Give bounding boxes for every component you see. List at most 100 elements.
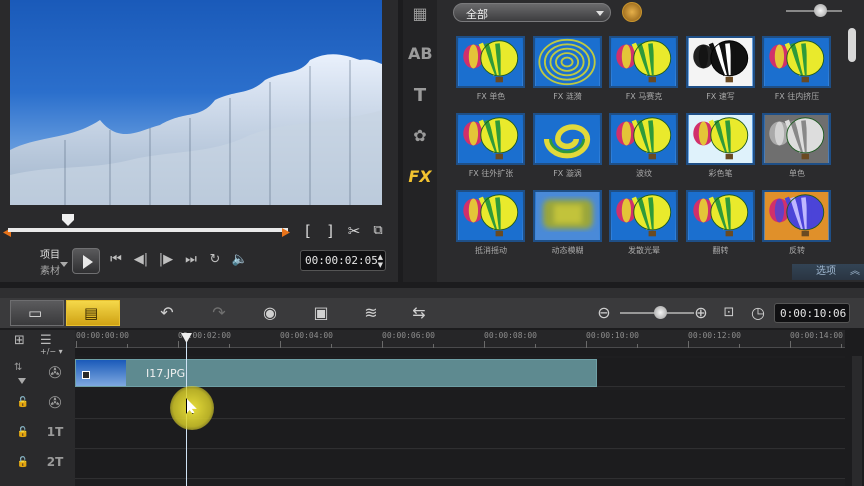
- project-duration-field: 0:00:10:06: [774, 303, 850, 323]
- ruler-tick: [586, 341, 587, 348]
- ruler-tick-label: 00:00:04:00: [280, 331, 333, 340]
- effect-thumbnail[interactable]: [456, 190, 525, 242]
- ruler-tick-label: 00:00:12:00: [688, 331, 741, 340]
- graphic-tab-icon[interactable]: ✿: [408, 125, 432, 147]
- mode-clip-label[interactable]: 素材: [40, 262, 60, 277]
- repeat-icon[interactable]: ↻: [206, 252, 224, 267]
- copy-icon[interactable]: ⧉: [368, 221, 388, 241]
- audio-wave-icon[interactable]: ≋: [360, 302, 382, 324]
- clip-thumbnail: [76, 360, 126, 386]
- title-track-1-icon[interactable]: 1T: [40, 419, 70, 445]
- effect-thumbnail[interactable]: [609, 36, 678, 88]
- effect-label: FX 速写: [706, 92, 735, 101]
- storyboard-view-button[interactable]: ▭: [10, 300, 64, 326]
- play-button[interactable]: [72, 248, 100, 274]
- list-icon[interactable]: ☰: [40, 333, 52, 348]
- clip-name: I17.JPG: [146, 367, 186, 380]
- ruler-tick: [382, 341, 383, 348]
- lock-icon[interactable]: 🔓: [16, 427, 30, 441]
- mark-out-button[interactable]: ]: [320, 221, 340, 241]
- previous-frame-icon[interactable]: ◀|: [132, 252, 150, 267]
- zoom-out-icon[interactable]: ⊖: [593, 302, 615, 324]
- lock-icon[interactable]: 🔓: [16, 457, 30, 471]
- effect-thumbnail[interactable]: [762, 36, 831, 88]
- ruler-tick: [688, 341, 689, 348]
- track-manager-icon[interactable]: ⊞: [14, 333, 25, 348]
- title-track-2-icon[interactable]: 2T: [40, 449, 70, 475]
- ruler-tick-label: 00:00:08:00: [484, 331, 537, 340]
- mode-project-label[interactable]: 项目: [40, 246, 60, 261]
- record-capture-icon[interactable]: ◉: [259, 302, 281, 324]
- effect-label: 动态模糊: [551, 246, 584, 255]
- effect-thumbnail[interactable]: [762, 190, 831, 242]
- panel-divider[interactable]: [0, 288, 864, 298]
- effect-thumbnail[interactable]: [456, 113, 525, 165]
- all-tracks-lock-icon[interactable]: ⇅: [14, 362, 22, 373]
- effect-thumbnail[interactable]: [685, 190, 755, 242]
- effect-thumbnail[interactable]: [532, 113, 602, 165]
- effect-thumbnail[interactable]: [456, 36, 525, 88]
- fit-project-icon[interactable]: ⊡: [718, 302, 740, 324]
- effect-label: 发散光晕: [628, 246, 660, 255]
- mixer-icon[interactable]: ▣: [310, 302, 332, 324]
- effect-thumbnail[interactable]: [685, 36, 755, 88]
- ruler-tick: [331, 344, 332, 348]
- effect-thumbnail[interactable]: [609, 113, 678, 165]
- timecode-value: 00:00:02:05: [305, 254, 378, 267]
- ruler-tick: [229, 344, 230, 348]
- preview-screen[interactable]: [10, 0, 382, 205]
- thumbnail-size-knob[interactable]: [814, 4, 827, 17]
- effect-thumbnail[interactable]: [532, 190, 602, 242]
- scrubber-bar[interactable]: [8, 228, 288, 232]
- redo-icon[interactable]: ↷: [208, 302, 230, 324]
- mode-dropdown-icon[interactable]: [60, 262, 68, 267]
- effect-label: FX 涟漪: [553, 92, 582, 101]
- effect-label: 单色: [789, 169, 805, 178]
- ruler-tick: [637, 344, 638, 348]
- timeline-view-button[interactable]: ▤: [66, 300, 120, 326]
- add-remove-track-button[interactable]: +/− ▾: [40, 347, 63, 356]
- next-frame-icon[interactable]: |▶: [157, 252, 175, 267]
- ruler-tick-label: 00:00:00:00: [76, 331, 129, 340]
- transition-tab-icon[interactable]: AB: [408, 43, 433, 65]
- zoom-in-icon[interactable]: ⊕: [690, 302, 712, 324]
- video-track-icon[interactable]: ✇: [40, 360, 70, 386]
- effect-label: FX 马赛克: [625, 92, 663, 101]
- category-dropdown[interactable]: 全部: [453, 3, 611, 22]
- auto-music-icon[interactable]: ⇆: [408, 302, 430, 324]
- filter-tab-icon[interactable]: FX: [408, 166, 432, 188]
- media-tab-icon[interactable]: ▦: [408, 3, 432, 25]
- ruler-tick-label: 00:00:06:00: [382, 331, 435, 340]
- ruler-tick: [739, 344, 740, 348]
- ruler-tick: [535, 344, 536, 348]
- ruler-tick: [76, 341, 77, 348]
- timecode-spinner-icon[interactable]: ▲ ▼: [378, 253, 383, 269]
- timeline-clip[interactable]: I17.JPG: [75, 359, 597, 387]
- effect-thumbnail[interactable]: [685, 113, 755, 165]
- effect-thumbnail[interactable]: [532, 36, 602, 88]
- timecode-field[interactable]: 00:00:02:05 ▲ ▼: [300, 250, 386, 271]
- mark-in-button[interactable]: [: [298, 221, 318, 241]
- library-scrollbar[interactable]: [848, 28, 856, 62]
- timeline-scrollbar[interactable]: [852, 356, 862, 486]
- end-icon[interactable]: ⏭: [182, 252, 200, 267]
- zoom-knob[interactable]: [654, 306, 667, 319]
- title-track-2[interactable]: [75, 450, 845, 479]
- library-options-icon[interactable]: [622, 2, 642, 22]
- effect-thumbnail[interactable]: [762, 113, 831, 165]
- scissors-icon[interactable]: ✂: [344, 221, 364, 241]
- options-button[interactable]: 选项 ︽: [792, 264, 864, 280]
- effect-label: 翻转: [712, 246, 729, 255]
- expand-tracks-icon[interactable]: [18, 378, 26, 384]
- effect-label: FX 往外扩张: [468, 169, 514, 178]
- undo-icon[interactable]: ↶: [156, 302, 178, 324]
- title-tab-icon[interactable]: T: [408, 85, 432, 107]
- overlay-track-icon[interactable]: ✇: [40, 390, 70, 416]
- ruler-tick: [178, 341, 179, 348]
- ruler-tick: [127, 344, 128, 348]
- lock-icon[interactable]: 🔓: [16, 397, 30, 411]
- effect-thumbnail[interactable]: [609, 190, 678, 242]
- home-icon[interactable]: ⏮: [107, 252, 125, 267]
- volume-icon[interactable]: 🔈: [231, 252, 249, 267]
- timeline-icon: ▤: [84, 304, 99, 322]
